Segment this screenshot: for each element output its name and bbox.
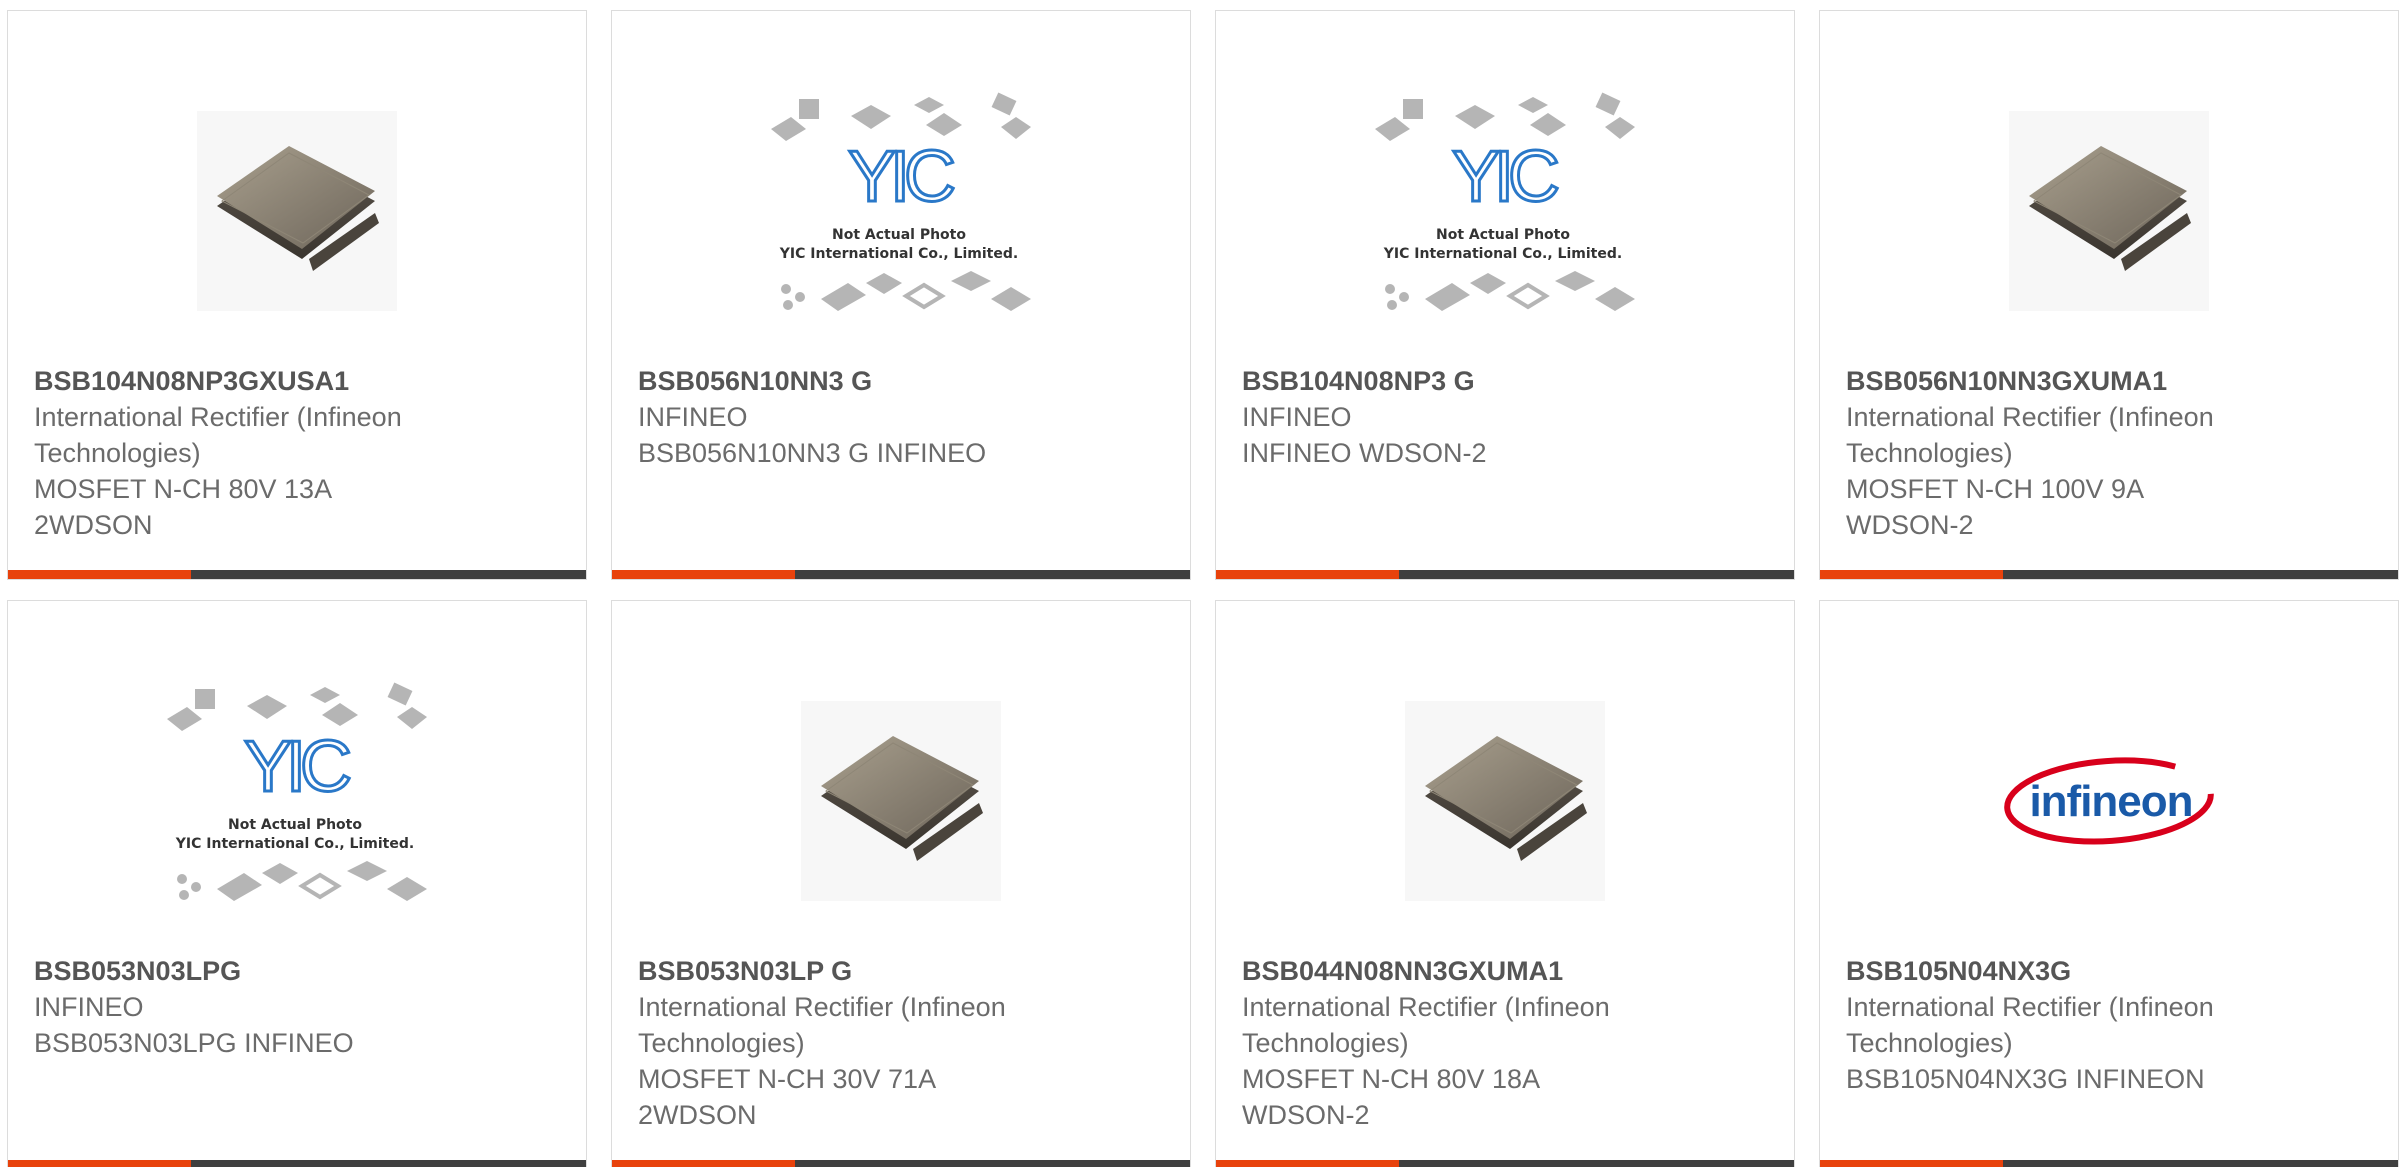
product-info: BSB104N08NP3GXUSA1 International Rectifi… [34,363,454,543]
part-number[interactable]: BSB056N10NN3 G [638,363,1058,399]
product-card[interactable]: BSB056N10NN3GXUMA1 International Rectifi… [1819,10,2399,580]
part-number[interactable]: BSB105N04NX3G [1846,953,2266,989]
card-accent [612,570,795,579]
description: MOSFET N-CH 80V 13A [34,474,333,504]
manufacturer: International Rectifier (Infineon Techno… [1242,992,1610,1058]
card-footer-bar [1820,570,2398,579]
card-footer-bar [1820,1160,2398,1167]
manufacturer: International Rectifier (Infineon Techno… [1846,992,2214,1058]
part-number[interactable]: BSB053N03LPG [34,953,454,989]
placeholder-image-icon: YIC Not Actual Photo YIC International C… [1375,92,1635,311]
product-card[interactable]: YIC Not Actual Photo YIC International C… [611,10,1191,580]
card-accent [1216,570,1399,579]
package: 2WDSON [638,1100,757,1130]
manufacturer: International Rectifier (Infineon Techno… [638,992,1006,1058]
description: MOSFET N-CH 80V 18A [1242,1064,1541,1094]
product-info: BSB053N03LPG INFINEO BSB053N03LPG INFINE… [34,953,454,1061]
description: MOSFET N-CH 30V 71A [638,1064,937,1094]
manufacturer: International Rectifier (Infineon Techno… [34,402,402,468]
card-accent [1216,1160,1399,1167]
product-card[interactable]: BSB053N03LP G International Rectifier (I… [611,600,1191,1167]
product-card[interactable]: infineon BSB105N04NX3G International Rec… [1819,600,2399,1167]
placeholder-line1: Not Actual Photo [832,227,966,243]
chip-photo-icon [197,111,397,311]
chip-photo-icon [2009,111,2209,311]
product-image[interactable] [612,671,1190,931]
chip-photo-icon [1405,701,1605,901]
product-grid: BSB104N08NP3GXUSA1 International Rectifi… [0,0,2400,1167]
svg-text:YIC: YIC [848,137,954,217]
product-image[interactable]: YIC Not Actual Photo YIC International C… [8,671,586,931]
card-footer-bar [8,1160,586,1167]
product-image[interactable]: YIC Not Actual Photo YIC International C… [1216,81,1794,341]
part-number[interactable]: BSB104N08NP3 G [1242,363,1662,399]
manufacturer: INFINEO [34,992,144,1022]
product-card[interactable]: BSB044N08NN3GXUMA1 International Rectifi… [1215,600,1795,1167]
product-image[interactable] [8,81,586,341]
package: WDSON-2 [1242,1100,1370,1130]
card-accent [8,570,191,579]
card-footer-bar [1216,1160,1794,1167]
placeholder-line2: YIC International Co., Limited. [1383,246,1622,262]
card-accent [1820,570,2003,579]
description: INFINEO WDSON-2 [1242,438,1487,468]
product-image[interactable] [1216,671,1794,931]
description: MOSFET N-CH 100V 9A [1846,474,2145,504]
card-accent [8,1160,191,1167]
product-card[interactable]: YIC Not Actual Photo YIC International C… [1215,10,1795,580]
svg-text:YIC: YIC [244,727,350,807]
package: 2WDSON [34,510,153,540]
placeholder-line2: YIC International Co., Limited. [175,836,414,852]
product-info: BSB056N10NN3GXUMA1 International Rectifi… [1846,363,2266,543]
part-number[interactable]: BSB056N10NN3GXUMA1 [1846,363,2266,399]
product-info: BSB056N10NN3 G INFINEO BSB056N10NN3 G IN… [638,363,1058,471]
product-info: BSB105N04NX3G International Rectifier (I… [1846,953,2266,1097]
part-number[interactable]: BSB104N08NP3GXUSA1 [34,363,454,399]
placeholder-line1: Not Actual Photo [1436,227,1570,243]
product-card[interactable]: BSB104N08NP3GXUSA1 International Rectifi… [7,10,587,580]
package: WDSON-2 [1846,510,1974,540]
card-footer-bar [612,570,1190,579]
manufacturer: INFINEO [638,402,748,432]
manufacturer: International Rectifier (Infineon Techno… [1846,402,2214,468]
svg-text:YIC: YIC [1452,137,1558,217]
placeholder-line2: YIC International Co., Limited. [779,246,1018,262]
description: BSB053N03LPG INFINEO [34,1028,354,1058]
card-footer-bar [1216,570,1794,579]
part-number[interactable]: BSB044N08NN3GXUMA1 [1242,953,1662,989]
product-info: BSB044N08NN3GXUMA1 International Rectifi… [1242,953,1662,1133]
description: BSB105N04NX3G INFINEON [1846,1064,2205,1094]
product-info: BSB053N03LP G International Rectifier (I… [638,953,1058,1133]
product-info: BSB104N08NP3 G INFINEO INFINEO WDSON-2 [1242,363,1662,471]
infineon-logo-icon: infineon [2004,757,2214,845]
product-card[interactable]: YIC Not Actual Photo YIC International C… [7,600,587,1167]
placeholder-image-icon: YIC Not Actual Photo YIC International C… [771,92,1031,311]
infineon-logo-text: infineon [2029,777,2192,826]
card-accent [1820,1160,2003,1167]
product-image[interactable]: YIC Not Actual Photo YIC International C… [612,81,1190,341]
manufacturer: INFINEO [1242,402,1352,432]
card-footer-bar [612,1160,1190,1167]
card-accent [612,1160,795,1167]
card-footer-bar [8,570,586,579]
placeholder-line1: Not Actual Photo [228,817,362,833]
product-image[interactable] [1820,81,2398,341]
placeholder-image-icon: YIC Not Actual Photo YIC International C… [167,682,427,901]
product-image[interactable]: infineon [1820,671,2398,931]
part-number[interactable]: BSB053N03LP G [638,953,1058,989]
chip-photo-icon [801,701,1001,901]
description: BSB056N10NN3 G INFINEO [638,438,987,468]
